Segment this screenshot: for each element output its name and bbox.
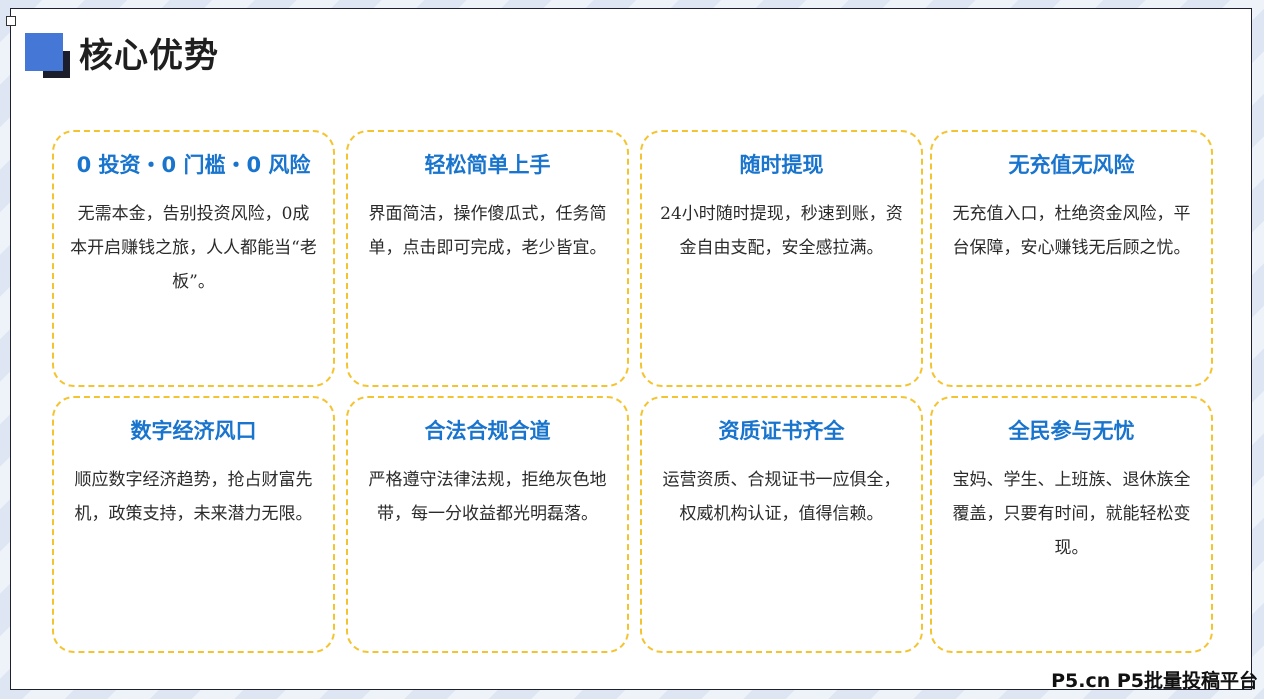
selection-handle[interactable] — [6, 16, 16, 26]
card-no-recharge: 无充值无风险 无充值入口，杜绝资金风险，平台保障，安心赚钱无后顾之忧。 — [930, 130, 1213, 387]
card-everyone-participates: 全民参与无忧 宝妈、学生、上班族、退休族全覆盖，只要有时间，就能轻松变现。 — [930, 396, 1213, 653]
card-description: 宝妈、学生、上班族、退休族全覆盖，只要有时间，就能轻松变现。 — [952, 470, 1191, 558]
card-title: 数字经济风口 — [130, 419, 257, 443]
card-title: 轻松简单上手 — [424, 153, 551, 177]
page-title: 核心优势 — [79, 36, 219, 76]
card-title: 无充值无风险 — [1008, 153, 1135, 177]
card-description: 无充值入口，杜绝资金风险，平台保障，安心赚钱无后顾之忧。 — [952, 204, 1191, 258]
card-legal-compliance: 合法合规合道 严格遵守法律法规，拒绝灰色地带，每一分收益都光明磊落。 — [346, 396, 629, 653]
card-digital-economy: 数字经济风口 顺应数字经济趋势，抢占财富先机，政策支持，未来潜力无限。 — [52, 396, 335, 653]
card-easy-start: 轻松简单上手 界面简洁，操作傻瓜式，任务简单，点击即可完成，老少皆宜。 — [346, 130, 629, 387]
watermark: P5.cn P5批量投稿平台 — [1051, 670, 1258, 692]
card-description: 严格遵守法律法规，拒绝灰色地带，每一分收益都光明磊落。 — [368, 470, 607, 524]
card-description: 无需本金，告别投资风险，0成本开启赚钱之旅，人人都能当“老板”。 — [70, 204, 317, 292]
card-title: 全民参与无忧 — [1008, 419, 1135, 443]
card-title: 资质证书齐全 — [718, 419, 845, 443]
card-description: 运营资质、合规证书一应俱全，权威机构认证，值得信赖。 — [662, 470, 901, 524]
card-title: 合法合规合道 — [424, 419, 551, 443]
card-description: 顺应数字经济趋势，抢占财富先机，政策支持，未来潜力无限。 — [74, 470, 313, 524]
slide: 核心优势 0 投资・0 门槛・0 风险 无需本金，告别投资风险，0成本开启赚钱之… — [10, 8, 1252, 690]
title-square-icon — [25, 33, 71, 79]
card-title: 随时提现 — [739, 153, 824, 177]
card-zero-investment: 0 投资・0 门槛・0 风险 无需本金，告别投资风险，0成本开启赚钱之旅，人人都… — [52, 130, 335, 387]
card-certificates: 资质证书齐全 运营资质、合规证书一应俱全，权威机构认证，值得信赖。 — [640, 396, 923, 653]
card-withdraw-anytime: 随时提现 24小时随时提现，秒速到账，资金自由支配，安全感拉满。 — [640, 130, 923, 387]
card-description: 界面简洁，操作傻瓜式，任务简单，点击即可完成，老少皆宜。 — [368, 204, 607, 258]
card-description: 24小时随时提现，秒速到账，资金自由支配，安全感拉满。 — [660, 204, 903, 258]
card-title: 0 投资・0 门槛・0 风险 — [76, 153, 311, 177]
